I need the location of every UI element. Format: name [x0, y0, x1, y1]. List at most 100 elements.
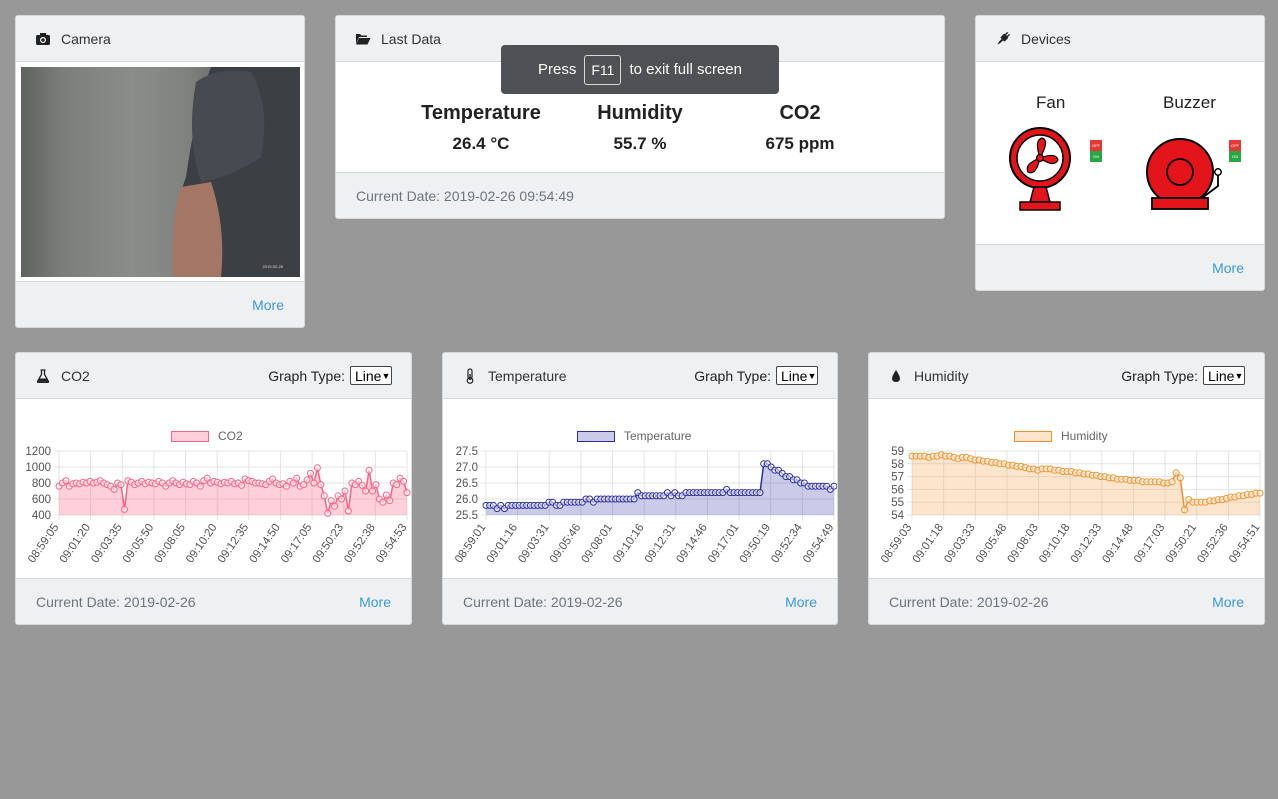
y-tick-label: 59: [891, 446, 904, 458]
y-tick-label: 400: [32, 510, 51, 522]
toast-press: Press: [538, 61, 577, 78]
chevron-down-icon: ▼: [1234, 370, 1244, 381]
temperature-more-link[interactable]: More: [785, 594, 817, 610]
y-tick-label: 25.5: [456, 510, 478, 522]
y-tick-label: 800: [32, 478, 51, 490]
co2-chart-title: CO2: [61, 367, 90, 384]
data-point: [303, 476, 311, 484]
data-point: [756, 489, 764, 497]
data-point: [1172, 469, 1180, 477]
data-point: [196, 482, 204, 490]
x-tick-label: 09:01:16: [485, 522, 521, 566]
camera-card: Camera 2019-02-26 More: [15, 15, 305, 328]
camera-icon: [35, 31, 51, 47]
x-tick-label: 09:54:53: [374, 522, 410, 566]
temperature-value: 26.4 °C: [452, 134, 510, 153]
toast-key: F11: [584, 54, 622, 85]
temperature-chart: 25.526.026.527.027.508:59:0109:01:1609:0…: [453, 446, 837, 566]
humidity-graph-type-label: Graph Type:: [1121, 367, 1198, 384]
fan-icon[interactable]: [1006, 126, 1074, 214]
humidity-chart-card: Humidity Graph Type: Line ▼ Humidity 54 55…: [868, 352, 1265, 625]
x-tick-label: 09:05:48: [974, 522, 1010, 566]
data-point: [117, 481, 125, 489]
droplet-icon: [888, 368, 904, 384]
x-tick-label: 09:10:16: [611, 522, 647, 566]
humidity-chart-date: Current Date: 2019-02-26: [889, 593, 1049, 610]
co2-more-link[interactable]: More: [359, 594, 391, 610]
x-tick-label: 09:52:36: [1195, 522, 1231, 566]
buzzer-icon[interactable]: [1146, 134, 1226, 214]
temperature-graph-type-label: Graph Type:: [694, 367, 771, 384]
data-point: [386, 497, 394, 505]
x-tick-label: 09:54:51: [1227, 522, 1263, 566]
humidity-label: Humidity: [597, 102, 683, 124]
co2-value: 675 ppm: [765, 134, 835, 153]
camera-image: 2019-02-26: [21, 67, 300, 277]
data-point: [372, 481, 380, 489]
data-point: [830, 482, 837, 490]
last-data-title: Last Data: [381, 30, 441, 47]
temperature-chart-date: Current Date: 2019-02-26: [463, 593, 623, 610]
temperature-chart-footer: Current Date: 2019-02-26 More: [443, 578, 837, 624]
chevron-down-icon: ▼: [381, 370, 391, 381]
x-tick-label: 08:59:05: [26, 522, 62, 566]
co2-graph-type-select[interactable]: Line ▼: [350, 366, 392, 385]
co2-chart-footer: Current Date: 2019-02-26 More: [16, 578, 411, 624]
toast-rest: to exit full screen: [629, 61, 742, 78]
chevron-down-icon: ▼: [807, 370, 817, 381]
fan-label: Fan: [1036, 93, 1066, 112]
data-point: [110, 485, 118, 493]
plug-icon: [995, 31, 1011, 47]
data-point: [331, 502, 339, 510]
x-tick-label: 09:17:03: [1132, 522, 1168, 566]
data-point: [400, 477, 408, 485]
series-area: [59, 467, 407, 515]
buzzer-switch[interactable]: OFF ON: [1229, 140, 1241, 162]
camera-title: Camera: [61, 30, 111, 47]
camera-card-header: Camera: [16, 16, 304, 62]
y-tick-label: 54: [891, 510, 904, 522]
y-tick-label: 1200: [25, 446, 51, 458]
temperature-graph-type-select[interactable]: Line ▼: [776, 366, 818, 385]
data-point: [62, 477, 70, 485]
x-tick-label: 09:14:50: [247, 522, 283, 566]
data-point: [403, 489, 411, 497]
x-tick-label: 09:54:49: [801, 522, 837, 566]
last-data-footer: Current Date: 2019-02-26 09:54:49: [336, 172, 944, 218]
data-point: [369, 487, 376, 495]
x-tick-label: 09:12:33: [1069, 522, 1105, 566]
x-tick-label: 09:08:01: [579, 522, 615, 566]
x-tick-label: 08:59:03: [879, 522, 915, 566]
data-point: [307, 469, 314, 477]
data-point: [379, 498, 387, 506]
x-tick-label: 09:10:18: [1037, 522, 1073, 566]
temperature-graph-type-value: Line: [781, 367, 808, 384]
y-tick-label: 27.5: [456, 446, 478, 458]
humidity-more-link[interactable]: More: [1212, 594, 1244, 610]
x-tick-label: 09:01:20: [58, 522, 94, 566]
x-tick-label: 09:50:23: [311, 522, 347, 566]
data-point: [238, 481, 246, 489]
x-tick-label: 09:14:46: [674, 522, 710, 566]
x-tick-label: 09:08:03: [1005, 522, 1041, 566]
svg-text:2019-02-26: 2019-02-26: [263, 264, 284, 269]
humidity-graph-type-select[interactable]: Line ▼: [1203, 366, 1245, 385]
fan-switch-on: ON: [1090, 151, 1102, 162]
co2-chart-date: Current Date: 2019-02-26: [36, 593, 196, 610]
data-point: [310, 479, 318, 487]
data-point: [293, 474, 301, 482]
data-point: [121, 505, 128, 513]
y-tick-label: 600: [32, 494, 51, 506]
x-tick-label: 09:05:46: [548, 522, 584, 566]
x-tick-label: 09:52:38: [342, 522, 378, 566]
devices-card: Devices Fan Buzzer OFF ON OFF ON More: [975, 15, 1265, 291]
co2-metric: CO2 675 ppm: [720, 102, 880, 154]
humidity-chart: 54555657585908:59:0309:01:1809:03:3309:0…: [879, 446, 1264, 566]
x-tick-label: 09:50:19: [738, 522, 774, 566]
devices-title: Devices: [1021, 30, 1071, 47]
humidity-chart-title: Humidity: [914, 367, 969, 384]
co2-graph-type-label: Graph Type:: [268, 367, 345, 384]
devices-more-link[interactable]: More: [1212, 260, 1244, 276]
camera-more-link[interactable]: More: [252, 297, 284, 313]
fan-switch[interactable]: OFF ON: [1090, 140, 1102, 162]
